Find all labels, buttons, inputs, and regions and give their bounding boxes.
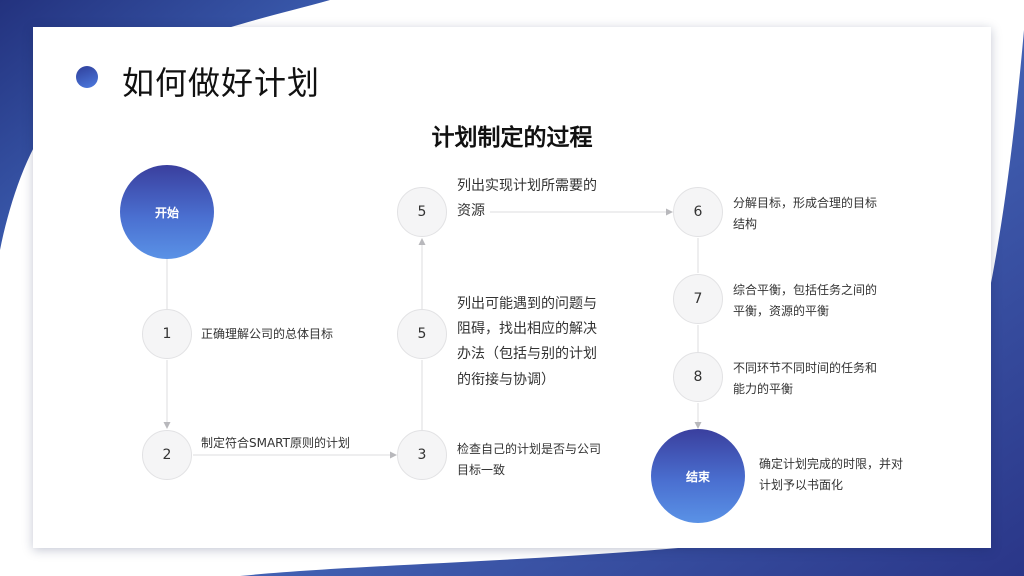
- step-number: 5: [417, 326, 427, 342]
- step-number: 2: [162, 447, 172, 463]
- step-label-5-resources: 列出实现计划所需要的 资源: [457, 174, 597, 224]
- step-label-5-obstacles: 列出可能遇到的问题与 阻碍，找出相应的解决 办法（包括与别的计划 的衔接与协调）: [457, 292, 597, 393]
- step-node-5-resources: 5: [397, 187, 447, 237]
- step-label-line: 正确理解公司的总体目标: [201, 327, 334, 341]
- step-label-line: 不同环节不同时间的任务和: [733, 361, 878, 375]
- step-node-1: 1: [142, 309, 192, 359]
- step-label-line: 列出实现计划所需要的: [457, 178, 597, 194]
- step-label-line: 分解目标，形成合理的目标: [733, 196, 878, 210]
- step-label-8: 不同环节不同时间的任务和 能力的平衡: [733, 358, 877, 400]
- step-number: 6: [693, 204, 703, 220]
- step-node-7: 7: [673, 274, 723, 324]
- step-number: 8: [693, 369, 703, 385]
- step-number: 7: [693, 291, 703, 307]
- step-label-line: 平衡，资源的平衡: [733, 304, 830, 318]
- step-label-3: 检查自己的计划是否与公司 目标一致: [457, 439, 601, 481]
- start-node: 开始: [120, 165, 214, 259]
- step-label-line: 综合平衡，包括任务之间的: [733, 283, 878, 297]
- step-label-line: 资源: [457, 203, 485, 220]
- step-label-line: 检查自己的计划是否与公司: [457, 442, 602, 456]
- step-label-line: 的衔接与协调）: [457, 371, 555, 388]
- step-label-line: 结构: [733, 217, 758, 231]
- end-label-line: 确定计划完成的时限，并对: [759, 457, 904, 471]
- step-number: 5: [417, 204, 427, 220]
- end-node: 结束: [651, 429, 745, 523]
- step-label-line: 制定符合SMART原则的计划: [201, 436, 350, 450]
- step-label-line: 目标一致: [457, 463, 506, 477]
- end-label: 结束: [685, 469, 710, 484]
- step-label-line: 办法（包括与别的计划: [457, 346, 597, 363]
- step-label-line: 能力的平衡: [733, 382, 794, 396]
- step-label-7: 综合平衡，包括任务之间的 平衡，资源的平衡: [733, 280, 877, 322]
- step-label-1: 正确理解公司的总体目标: [201, 324, 333, 345]
- step-node-6: 6: [673, 187, 723, 237]
- start-label: 开始: [154, 205, 179, 220]
- step-node-5-obstacles: 5: [397, 309, 447, 359]
- end-label-line: 计划予以书面化: [759, 478, 844, 492]
- step-number: 1: [162, 326, 172, 342]
- end-label-text: 确定计划完成的时限，并对 计划予以书面化: [759, 454, 903, 496]
- step-label-line: 阻碍，找出相应的解决: [457, 321, 597, 338]
- step-label-2: 制定符合SMART原则的计划: [201, 433, 350, 454]
- step-label-line: 列出可能遇到的问题与: [457, 296, 597, 312]
- step-number: 3: [417, 447, 427, 463]
- step-node-3: 3: [397, 430, 447, 480]
- step-node-8: 8: [673, 352, 723, 402]
- step-node-2: 2: [142, 430, 192, 480]
- step-label-6: 分解目标，形成合理的目标 结构: [733, 193, 877, 235]
